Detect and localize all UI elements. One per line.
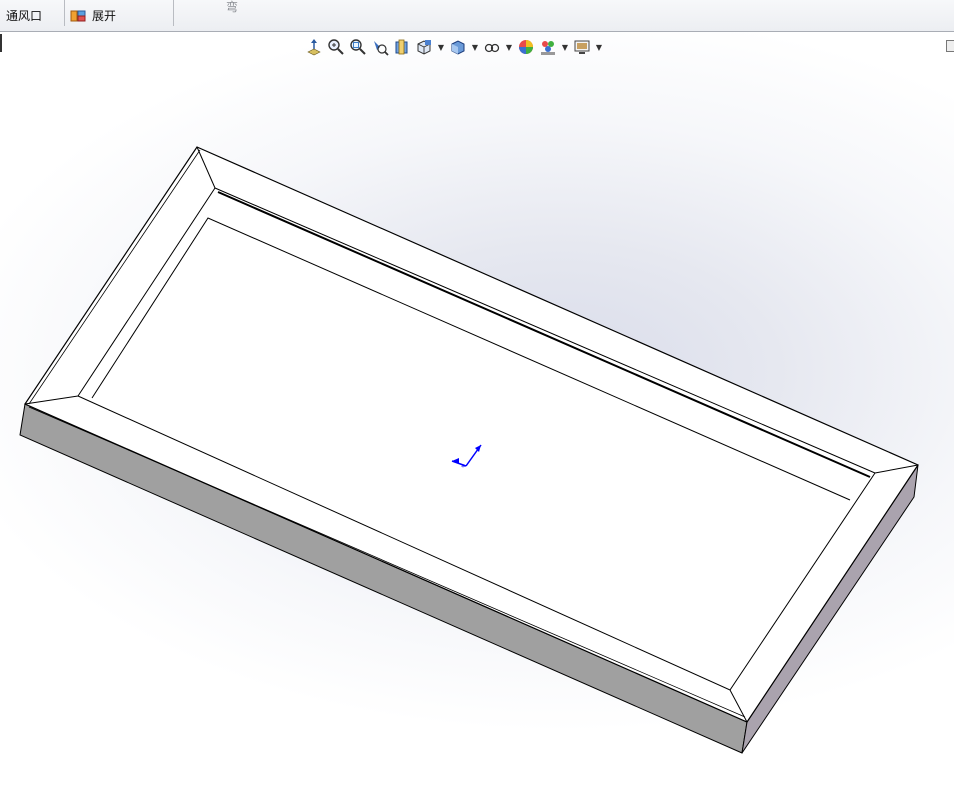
section-view-icon [395,39,408,55]
vent-label: 通风口 [6,9,43,23]
apply-scene-button[interactable] [538,37,558,57]
zoom-to-fit-icon [328,39,344,55]
bend-button[interactable]: 弯 [226,0,238,22]
hide-show-items-icon [484,43,500,53]
view-settings-button[interactable] [572,37,592,57]
zoom-to-fit-button[interactable] [326,37,346,57]
display-style-dropdown-icon[interactable]: ▼ [470,37,480,57]
display-style-icon [451,40,465,55]
vent-button[interactable]: 通风口 [6,0,42,31]
view-orientation-cube-icon [417,40,431,55]
unfold-label: 展开 [92,9,117,23]
command-manager-ribbon: 通风口 展开 弯 [0,0,954,32]
hide-show-items-button[interactable] [482,37,502,57]
ribbon-divider [64,0,65,26]
view-settings-icon [574,40,590,54]
apply-scene-dropdown-icon[interactable]: ▼ [560,37,570,57]
view-settings-dropdown-icon[interactable]: ▼ [594,37,604,57]
edit-appearance-icon [519,40,533,54]
display-style-button[interactable] [448,37,468,57]
hide-show-dropdown-icon[interactable]: ▼ [504,37,514,57]
view-orientation-icon [307,39,321,56]
unfold-icon [70,9,86,23]
apply-scene-icon [541,41,555,55]
edit-appearance-button[interactable] [516,37,536,57]
view-orientation-button[interactable] [304,37,324,57]
ribbon-divider [173,0,174,26]
previous-view-icon [374,41,389,56]
bend-label: 弯 [226,0,239,14]
zoom-to-area-icon [350,39,366,55]
text-caret [0,34,2,52]
previous-view-button[interactable] [370,37,390,57]
heads-up-view-toolbar: ▼ ▼ ▼ ▼ ▼ [304,36,604,58]
view-orientation-dropdown-icon[interactable]: ▼ [436,37,446,57]
tray-model: * [19,146,919,754]
unfold-button[interactable]: 展开 [70,0,116,31]
zoom-to-area-button[interactable] [348,37,368,57]
panel-toggle-icon[interactable] [946,40,954,52]
graphics-area[interactable]: * [0,32,954,789]
view-orientation-cube-button[interactable] [414,37,434,57]
svg-text:*: * [461,463,465,472]
section-view-button[interactable] [392,37,412,57]
